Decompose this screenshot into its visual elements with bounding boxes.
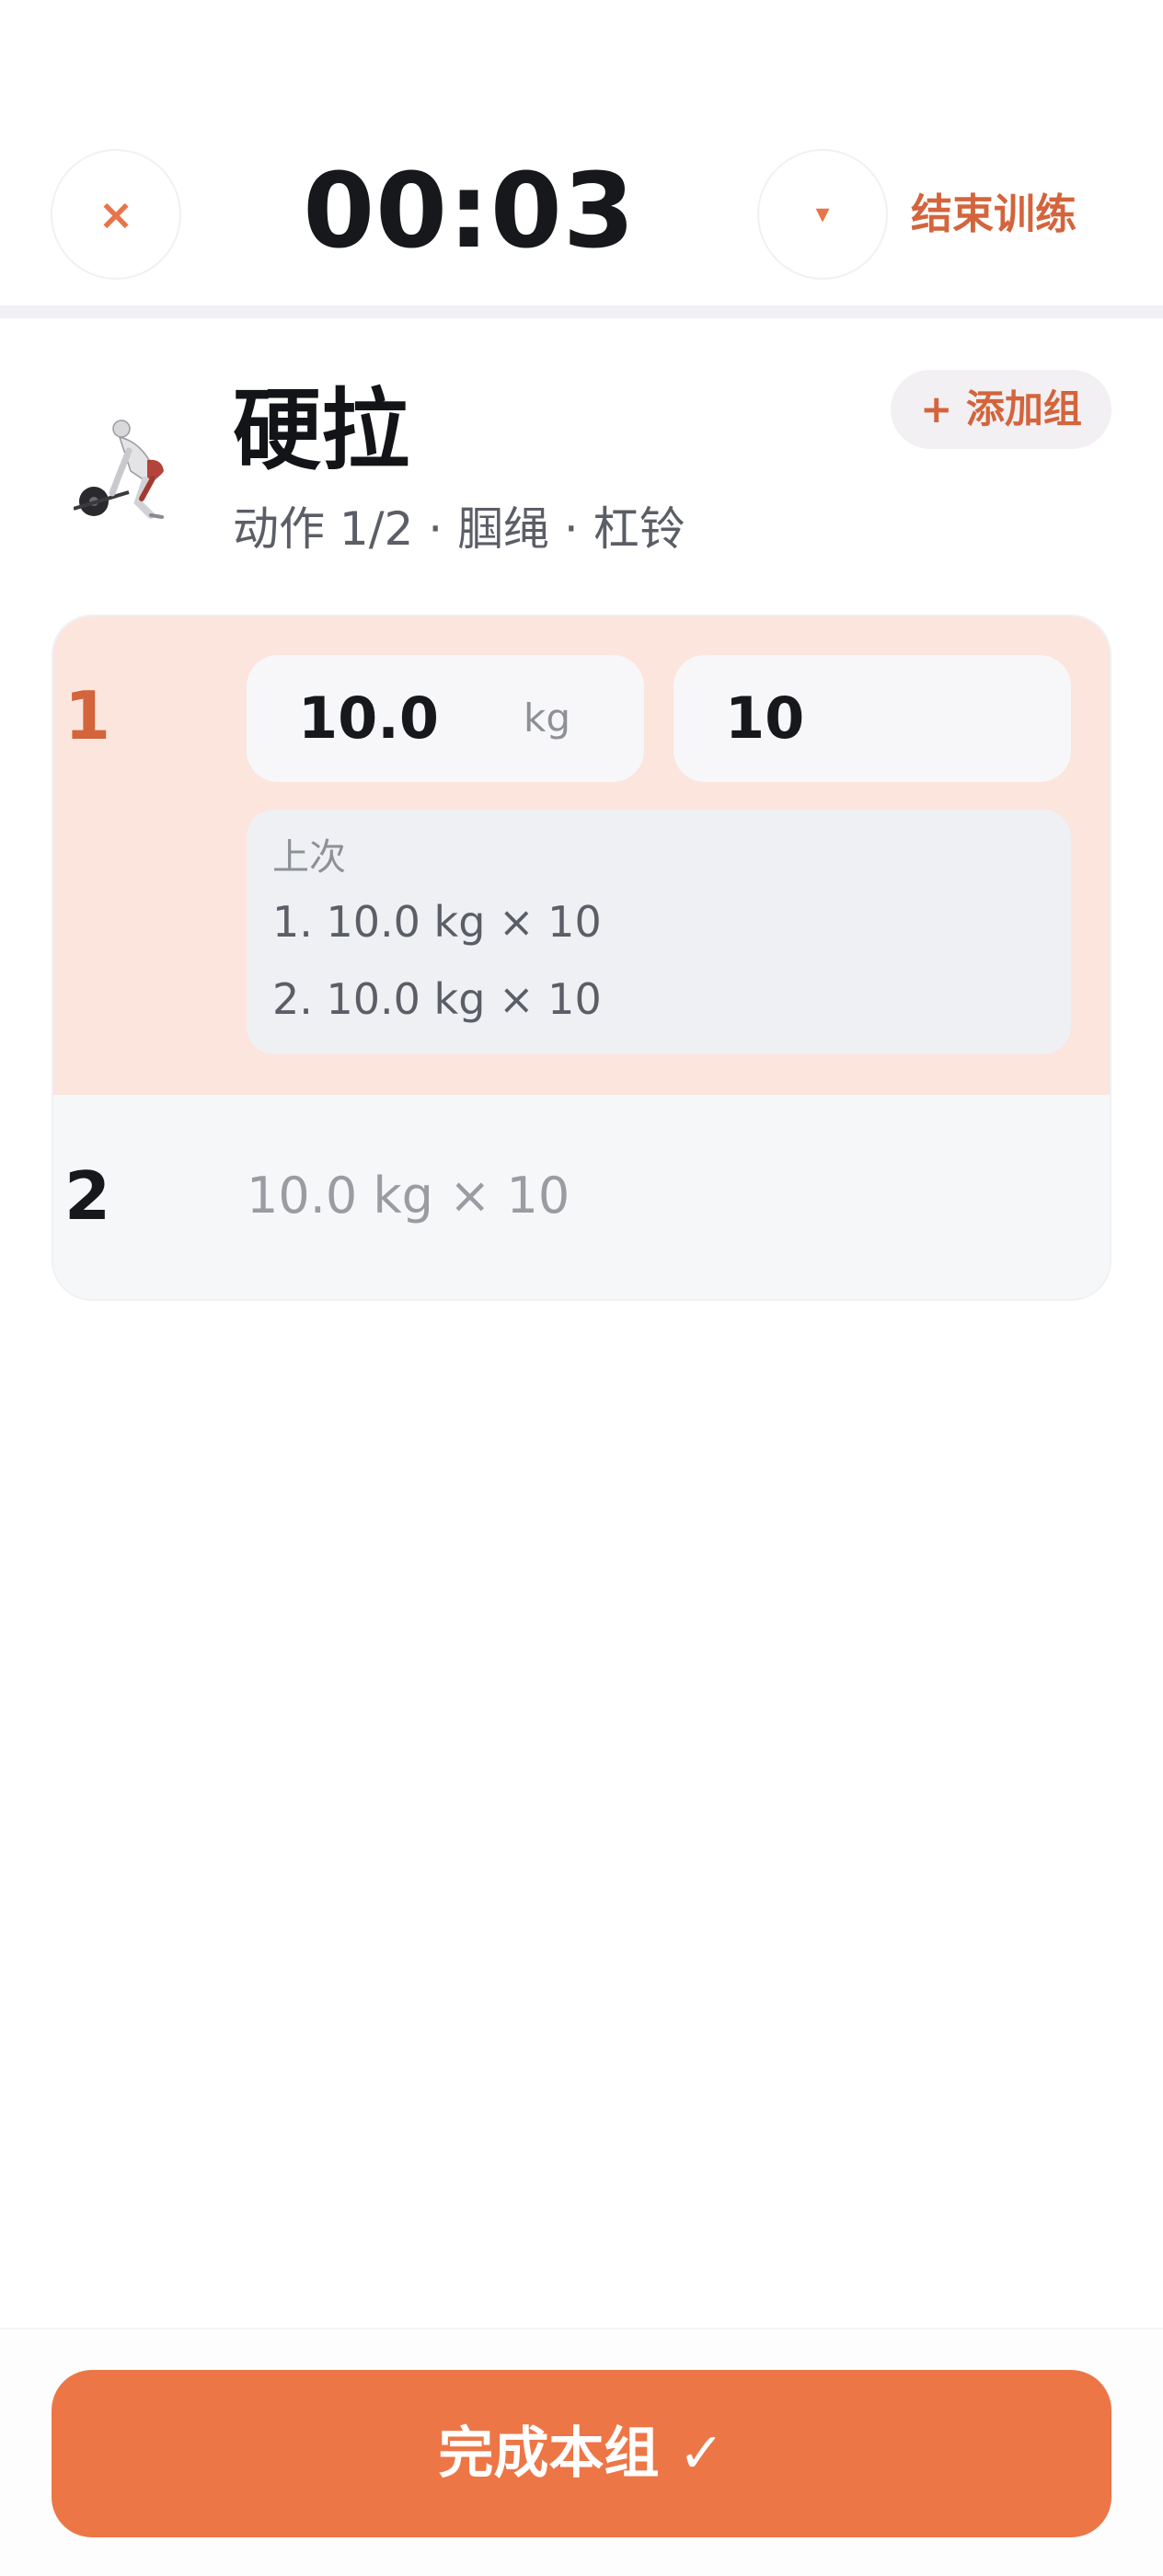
end-workout-button[interactable]: 结束训练 [911,182,1077,247]
exercise-meta: 动作 1/2 · 腘绳 · 杠铃 [233,502,685,556]
set-number-idle[interactable]: 2 [64,1150,156,1242]
exercise-title: 硬拉 [233,379,409,482]
chevron-down-icon: ▾ [815,198,830,230]
previous-set-item: 1. 10.0 kg × 10 [272,897,602,947]
weight-value: 10.0 [298,684,439,752]
collapse-button[interactable]: ▾ [757,149,888,280]
complete-set-button[interactable]: 完成本组 ✓ [52,2370,1111,2537]
reps-value: 10 [725,684,805,752]
previous-sets-panel: 上次 1. 10.0 kg × 10 2. 10.0 kg × 10 [247,810,1071,1054]
top-bar: × 00:03 ▾ 结束训练 [0,0,1163,305]
previous-set-item: 2. 10.0 kg × 10 [272,974,602,1024]
weight-input[interactable]: 10.0 kg [247,655,644,782]
weight-unit: kg [524,696,570,741]
deadlift-figure-icon [73,414,193,534]
close-icon: × [98,190,134,239]
header-divider [0,305,1163,318]
set-number-active: 1 [64,677,111,754]
set-row-summary[interactable]: 10.0 kg × 10 [247,1161,570,1231]
workout-timer: 00:03 [303,152,636,271]
add-set-button[interactable]: + 添加组 [891,370,1111,449]
close-button[interactable]: × [51,149,181,280]
previous-title: 上次 [272,836,346,879]
reps-input[interactable]: 10 [674,655,1071,782]
